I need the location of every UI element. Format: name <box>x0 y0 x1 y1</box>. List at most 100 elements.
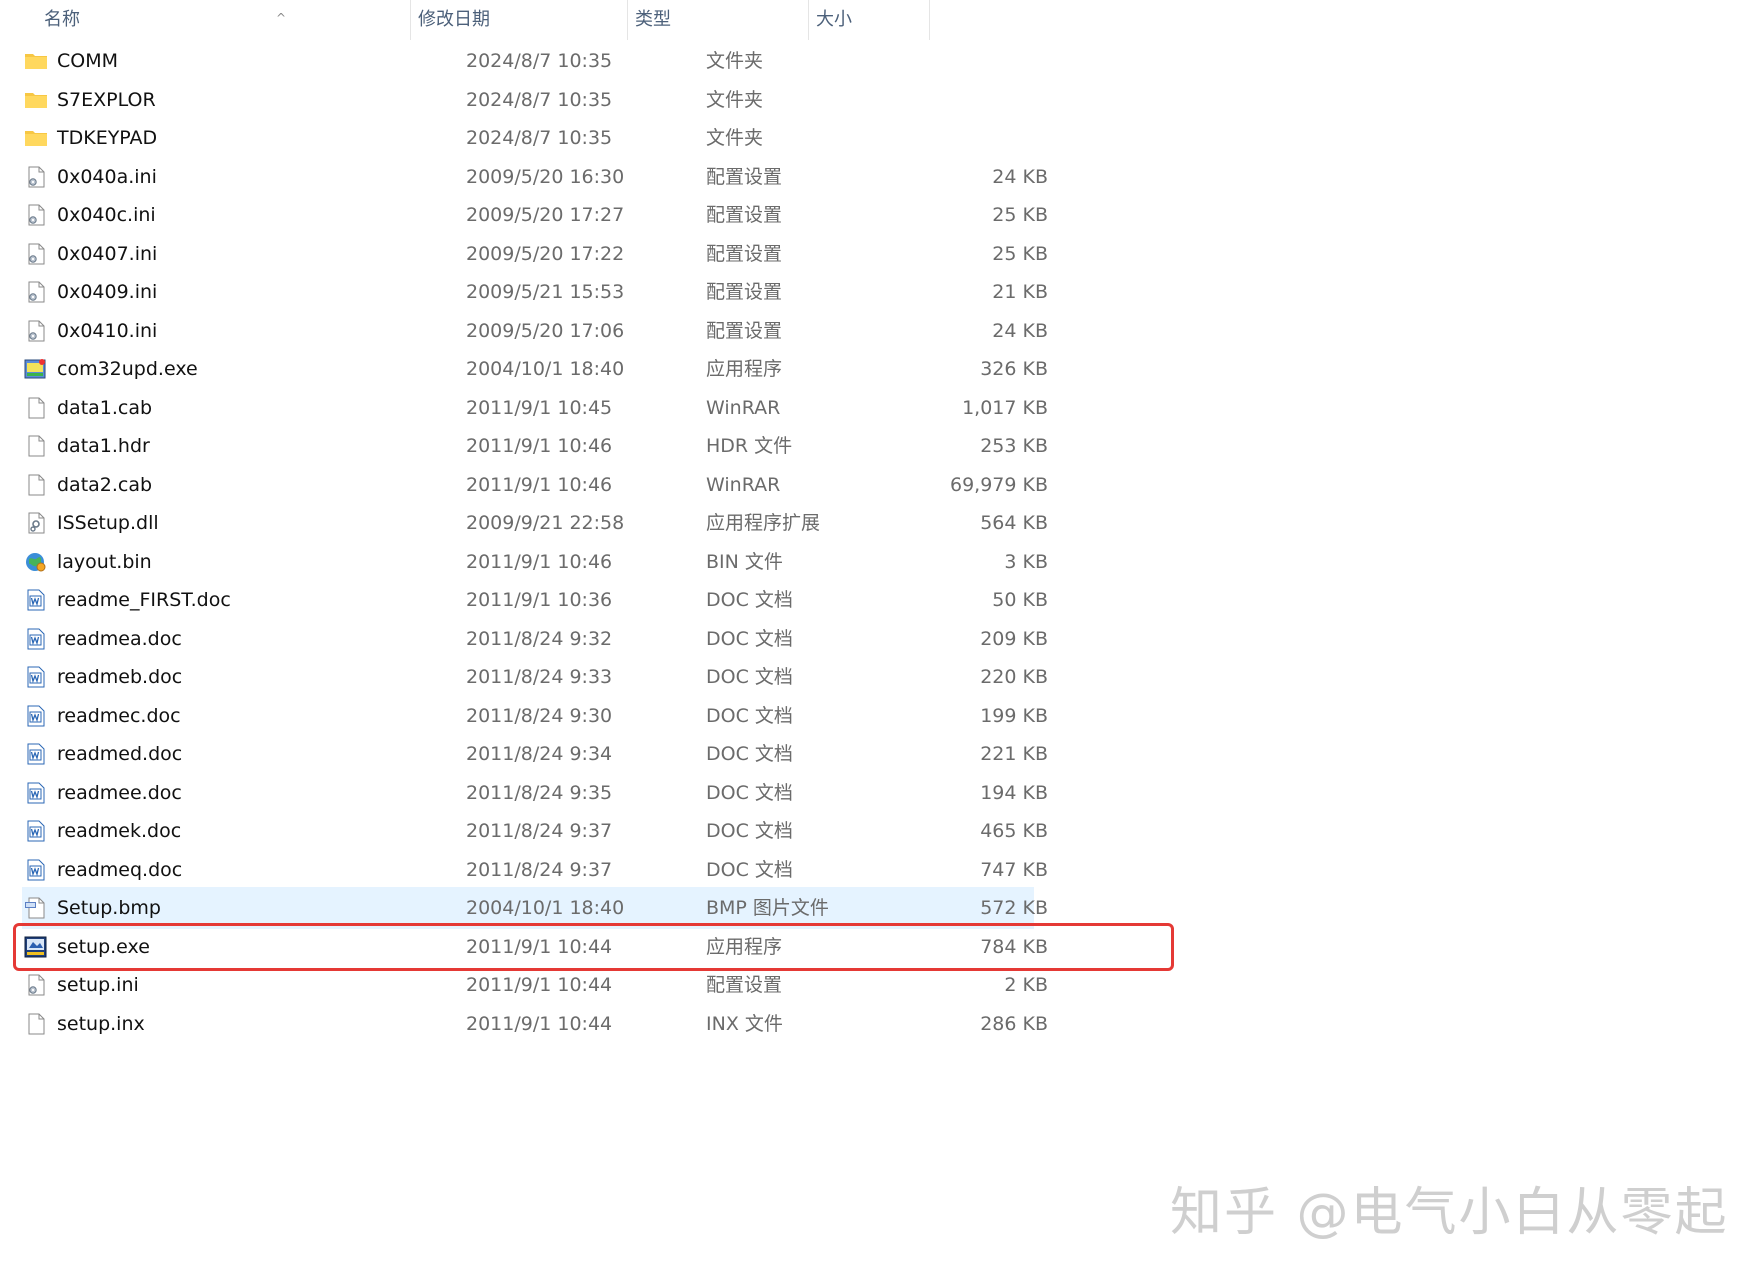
file-row[interactable]: 0x0410.ini 2009/5/20 17:06 配置设置 24 KB <box>22 310 1048 352</box>
file-modified-date: 2009/5/20 17:27 <box>466 204 625 226</box>
sort-ascending-icon: ^ <box>276 11 287 25</box>
file-type: 配置设置 <box>706 974 783 996</box>
file-type: WinRAR <box>706 473 781 496</box>
doc-file-icon <box>24 743 48 765</box>
file-modified-date: 2024/8/7 10:35 <box>466 88 613 111</box>
doc-file-icon <box>24 705 48 727</box>
ini-file-icon <box>24 243 48 265</box>
file-row[interactable]: readmek.doc 2011/8/24 9:37 DOC 文档 465 KB <box>22 810 1048 852</box>
file-size: 209 KB <box>980 627 1048 650</box>
file-row[interactable]: com32upd.exe 2004/10/1 18:40 应用程序 326 KB <box>22 348 1048 390</box>
file-row[interactable]: 0x0409.ini 2009/5/21 15:53 配置设置 21 KB <box>22 271 1048 313</box>
file-name: 0x040c.ini <box>57 204 156 226</box>
file-size: 21 KB <box>992 281 1048 303</box>
file-name: TDKEYPAD <box>57 127 158 149</box>
file-modified-date: 2011/9/1 10:44 <box>466 1012 613 1035</box>
file-row[interactable]: S7EXPLOR 2024/8/7 10:35 文件夹 <box>22 79 1034 121</box>
file-name: readmea.doc <box>57 627 182 650</box>
file-row[interactable]: readmed.doc 2011/8/24 9:34 DOC 文档 221 KB <box>22 733 1048 775</box>
column-header-modified[interactable]: 修改日期 <box>410 0 626 40</box>
file-modified-date: 2011/9/1 10:44 <box>466 935 613 958</box>
blank-file-icon <box>24 474 48 496</box>
file-row[interactable]: readmea.doc 2011/8/24 9:32 DOC 文档 209 KB <box>22 618 1048 660</box>
file-name: data1.hdr <box>57 435 150 457</box>
column-header-type[interactable]: 类型 <box>627 0 807 40</box>
file-row[interactable]: readmec.doc 2011/8/24 9:30 DOC 文档 199 KB <box>22 695 1048 737</box>
file-row[interactable]: data1.cab 2011/9/1 10:45 WinRAR 1,017 KB <box>22 387 1048 429</box>
ini-file-icon <box>24 204 48 226</box>
file-row[interactable]: readme_FIRST.doc 2011/9/1 10:36 DOC 文档 50 K… <box>22 579 1048 621</box>
file-row[interactable]: TDKEYPAD 2024/8/7 10:35 文件夹 <box>22 117 1034 159</box>
file-name: readmeb.doc <box>57 666 183 688</box>
file-name: readmed.doc <box>57 743 183 765</box>
column-header-type-label: 类型 <box>635 9 671 30</box>
file-type: 配置设置 <box>706 165 783 188</box>
doc-file-icon <box>24 782 48 804</box>
file-modified-date: 2011/9/1 10:45 <box>466 396 613 419</box>
file-size: 2 KB <box>1004 974 1048 996</box>
file-row[interactable]: data2.cab 2011/9/1 10:46 WinRAR 69,979 KB <box>22 464 1048 506</box>
column-header-size[interactable]: 大小 <box>808 0 928 40</box>
blank-file-icon <box>24 397 48 419</box>
file-modified-date: 2011/9/1 10:46 <box>466 473 613 496</box>
file-type: 配置设置 <box>706 319 783 342</box>
file-modified-date: 2011/9/1 10:36 <box>466 589 613 611</box>
file-size <box>802 40 1048 82</box>
file-modified-date: 2009/5/21 15:53 <box>466 281 625 303</box>
file-row[interactable]: Setup.bmp 2004/10/1 18:40 BMP 图片文件 572 KB <box>22 887 1048 929</box>
column-header-bar: 名称 ^ 修改日期 类型 大小 <box>0 0 1755 42</box>
folder-icon <box>24 50 48 72</box>
file-name: readmee.doc <box>57 781 182 804</box>
file-modified-date: 2009/9/21 22:58 <box>466 512 625 534</box>
file-modified-date: 2009/5/20 17:22 <box>466 242 625 265</box>
file-type: 配置设置 <box>706 281 783 303</box>
file-size: 253 KB <box>980 435 1048 457</box>
file-size: 326 KB <box>980 358 1048 380</box>
column-divider[interactable] <box>929 0 930 40</box>
file-row[interactable]: 0x0407.ini 2009/5/20 17:22 配置设置 25 KB <box>22 233 1048 275</box>
file-modified-date: 2004/10/1 18:40 <box>466 358 625 380</box>
file-row[interactable]: data1.hdr 2011/9/1 10:46 HDR 文件 253 KB <box>22 425 1048 467</box>
file-name: 0x0410.ini <box>57 319 158 342</box>
file-row-highlighted[interactable]: setup.exe 2011/9/1 10:44 应用程序 784 KB <box>13 922 1174 971</box>
file-type: DOC 文档 <box>706 781 793 804</box>
file-row[interactable]: 0x040a.ini 2009/5/20 16:30 配置设置 24 KB <box>22 156 1048 198</box>
file-row[interactable]: setup.ini 2011/9/1 10:44 配置设置 2 KB <box>22 964 1048 1006</box>
bmp-file-icon <box>24 897 48 919</box>
file-row[interactable]: setup.inx 2011/9/1 10:44 INX 文件 286 KB <box>22 1003 1048 1045</box>
file-modified-date: 2009/5/20 17:06 <box>466 319 625 342</box>
file-type: HDR 文件 <box>706 435 793 457</box>
file-row[interactable]: 0x040c.ini 2009/5/20 17:27 配置设置 25 KB <box>22 194 1048 236</box>
watermark: 知乎 @电气小白从零起 <box>1170 1183 1729 1243</box>
file-type: 文件夹 <box>706 88 764 111</box>
file-row[interactable]: readmeq.doc 2011/8/24 9:37 DOC 文档 747 KB <box>22 849 1048 891</box>
file-size: 221 KB <box>980 743 1048 765</box>
file-name: Setup.bmp <box>57 897 161 919</box>
file-name: 0x0407.ini <box>57 242 158 265</box>
folder-icon <box>24 89 48 111</box>
file-row[interactable]: layout.bin 2011/9/1 10:46 BIN 文件 3 KB <box>22 541 1048 583</box>
file-row[interactable]: readmee.doc 2011/8/24 9:35 DOC 文档 194 KB <box>22 772 1048 814</box>
file-row[interactable]: ISSetup.dll 2009/9/21 22:58 应用程序扩展 564 KB <box>22 502 1048 544</box>
file-type: 应用程序 <box>706 935 783 958</box>
doc-file-icon <box>24 666 48 688</box>
file-size: 199 KB <box>980 704 1048 727</box>
file-name: readmec.doc <box>57 704 181 727</box>
file-name: COMM <box>57 50 119 72</box>
file-type: DOC 文档 <box>706 627 793 650</box>
column-header-name[interactable]: 名称 ^ <box>36 0 408 40</box>
file-type: 配置设置 <box>706 242 783 265</box>
file-type: 应用程序 <box>706 358 783 380</box>
file-modified-date: 2004/10/1 18:40 <box>466 897 625 919</box>
file-row[interactable]: readmeb.doc 2011/8/24 9:33 DOC 文档 220 KB <box>22 656 1048 698</box>
file-size: 69,979 KB <box>949 473 1048 496</box>
file-name: readmek.doc <box>57 820 182 842</box>
file-modified-date: 2011/8/24 9:37 <box>466 820 613 842</box>
file-row[interactable]: COMM 2024/8/7 10:35 文件夹 <box>22 40 1034 82</box>
ini-file-icon <box>24 166 48 188</box>
file-type: DOC 文档 <box>706 858 793 881</box>
file-name: S7EXPLOR <box>57 88 156 111</box>
column-header-name-label: 名称 <box>44 9 80 30</box>
file-size: 564 KB <box>980 512 1048 534</box>
file-size: 220 KB <box>980 666 1048 688</box>
